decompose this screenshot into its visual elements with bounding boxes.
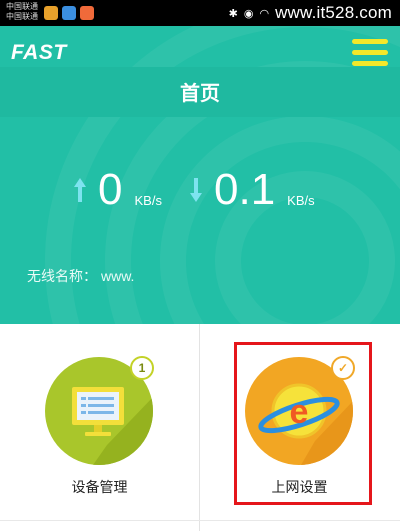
hero-panel: FAST 首页 0 KB/s 0.1 KB/s 无线名称： www.	[0, 26, 400, 324]
upload-unit: KB/s	[134, 193, 162, 208]
download-unit: KB/s	[287, 193, 315, 208]
status-right: ✱ ◉ ◠ www.it528.com	[229, 3, 392, 23]
download-speed: 0.1 KB/s	[190, 168, 315, 212]
internet-settings-card[interactable]: e ✓ 上网设置	[200, 324, 399, 520]
upload-arrow-icon	[74, 178, 90, 206]
status-bar: 中国联通 中国联通 ✱ ◉ ◠ www.it528.com	[0, 0, 400, 26]
check-icon: ✓	[331, 356, 355, 380]
bluetooth-icon: ✱	[228, 6, 238, 20]
device-management-label: 设备管理	[71, 480, 128, 496]
carrier-1: 中国联通	[6, 2, 38, 11]
status-app-icons	[44, 6, 94, 20]
download-arrow-icon	[190, 178, 206, 206]
carrier-info: 中国联通 中国联通	[6, 2, 38, 22]
wifi-name-value: www.	[101, 268, 135, 284]
divider	[0, 520, 400, 521]
internet-settings-label: 上网设置	[271, 480, 328, 496]
eye-icon: ◉	[243, 6, 254, 20]
wifi-name-label: 无线名称：	[27, 269, 97, 285]
notification-app-icon	[80, 6, 94, 20]
brand-logo: FAST	[11, 41, 67, 64]
download-value: 0.1	[214, 165, 276, 214]
carrier-2: 中国联通	[6, 12, 38, 21]
wifi-icon: ◠	[259, 6, 270, 20]
page-title: 首页	[180, 81, 220, 105]
upload-value: 0	[98, 165, 123, 214]
notification-app-icon	[44, 6, 58, 20]
function-panel: 1 设备管理 e ✓ 上网设置	[0, 324, 400, 531]
notification-badge: 1	[130, 356, 154, 380]
device-management-card[interactable]: 1 设备管理	[0, 324, 199, 520]
wifi-name: 无线名称： www.	[27, 266, 134, 286]
watermark-text: www.it528.com	[275, 3, 392, 22]
upload-speed: 0 KB/s	[74, 168, 162, 212]
menu-icon[interactable]	[352, 39, 388, 69]
notification-app-icon	[62, 6, 76, 20]
svg-text:e: e	[290, 393, 309, 431]
